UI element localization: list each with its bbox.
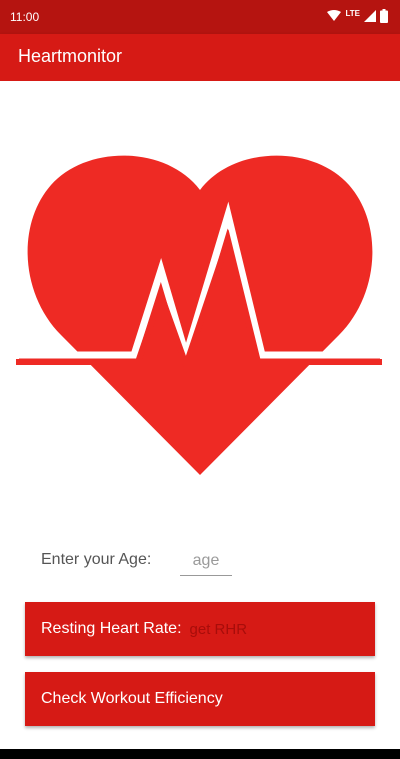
app-bar: Heartmonitor bbox=[0, 34, 400, 81]
network-type-label: LTE bbox=[345, 9, 360, 18]
heart-ecg-icon bbox=[16, 145, 384, 480]
resting-heart-rate-input[interactable] bbox=[189, 620, 330, 638]
wifi-icon bbox=[327, 10, 342, 22]
status-bar: 11:00 LTE bbox=[0, 0, 400, 34]
signal-icon bbox=[364, 10, 376, 22]
battery-icon bbox=[380, 9, 388, 23]
app-title: Heartmonitor bbox=[18, 46, 123, 66]
age-label: Enter your Age: bbox=[41, 551, 152, 568]
age-input[interactable] bbox=[180, 547, 232, 576]
resting-heart-rate-button[interactable]: Resting Heart Rate: bbox=[25, 602, 375, 656]
check-workout-efficiency-label: Check Workout Efficiency bbox=[41, 690, 223, 707]
status-icons: LTE bbox=[327, 9, 388, 23]
main-content: Enter your Age: Resting Heart Rate: Chec… bbox=[0, 81, 400, 749]
navigation-bar-strip bbox=[0, 749, 400, 759]
check-workout-efficiency-button[interactable]: Check Workout Efficiency bbox=[25, 672, 375, 726]
resting-heart-rate-label: Resting Heart Rate: bbox=[41, 620, 182, 637]
status-time: 11:00 bbox=[10, 10, 40, 24]
